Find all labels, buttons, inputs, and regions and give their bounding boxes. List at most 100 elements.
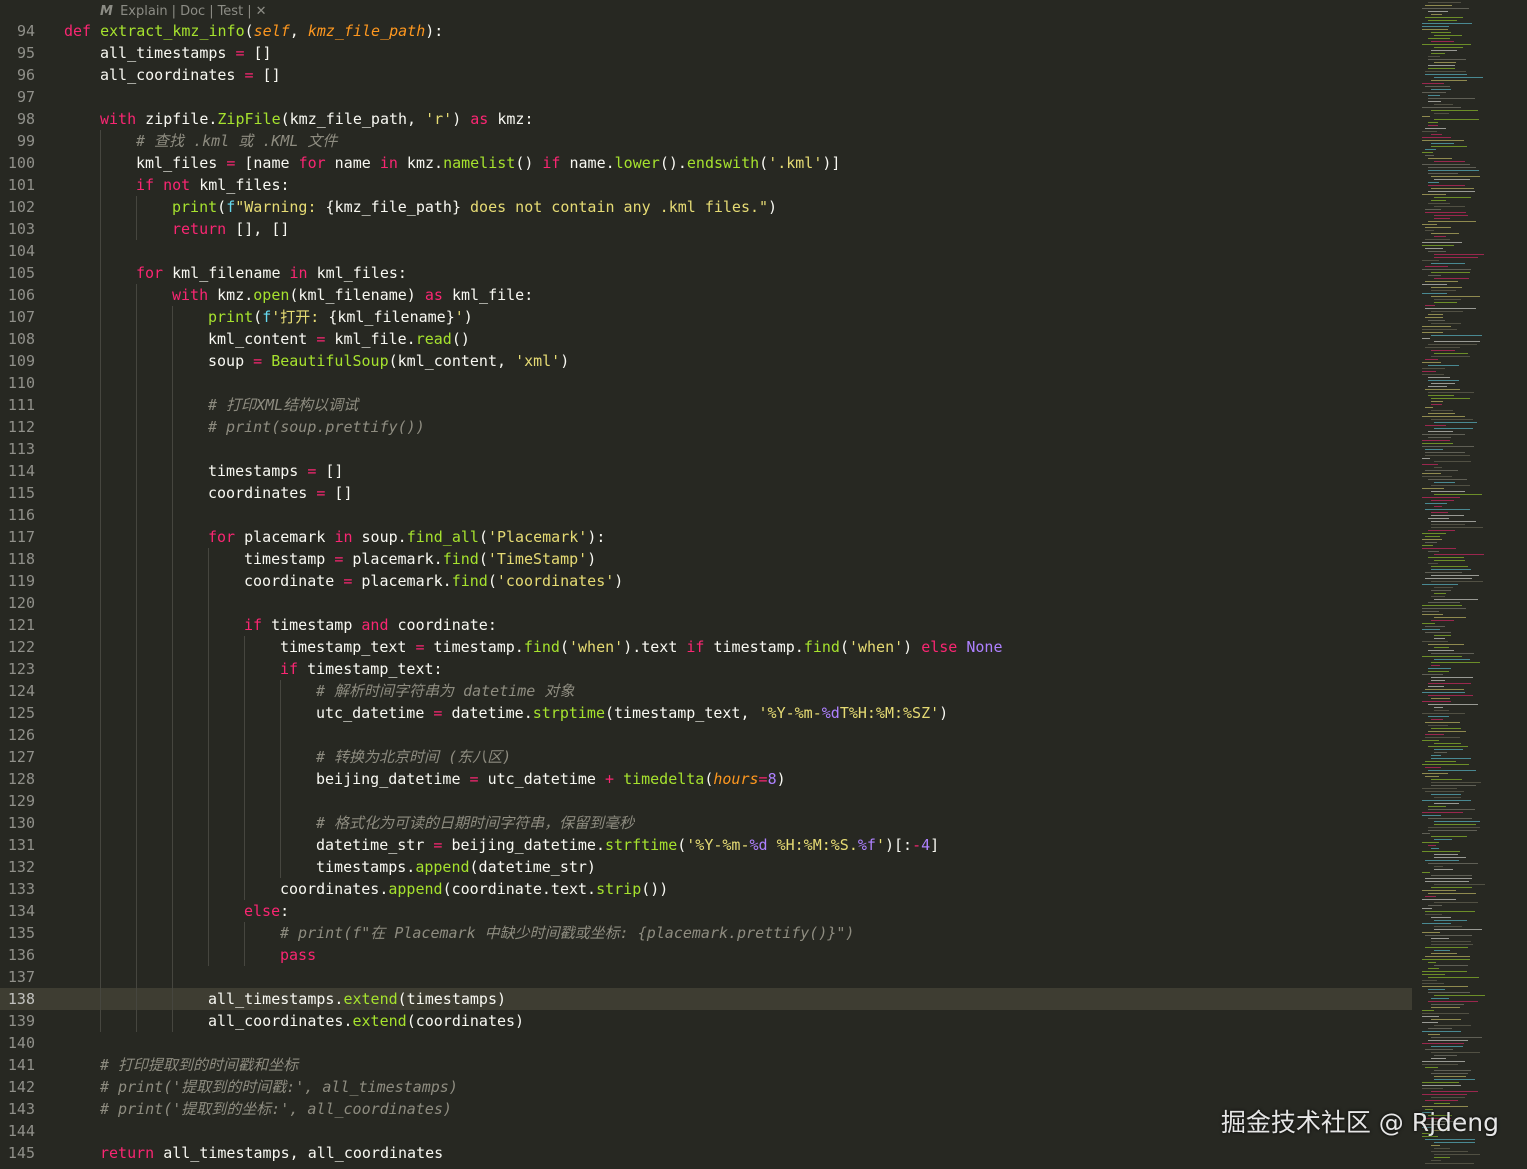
minimap[interactable] xyxy=(1420,0,1527,1169)
code-line[interactable]: 141 # 打印提取到的时间戳和坐标 xyxy=(0,1054,1412,1076)
code-line[interactable]: 94 def extract_kmz_info(self, kmz_file_pa… xyxy=(0,20,1412,42)
minimap-line xyxy=(1425,509,1470,510)
indent-guide xyxy=(172,944,208,966)
code-content: def extract_kmz_info(self, kmz_file_path… xyxy=(64,20,443,42)
minimap-line xyxy=(1425,155,1434,156)
code-line[interactable]: 124 # 解析时间字符串为 datetime 对象 xyxy=(0,680,1412,702)
code-line[interactable]: 99 # 查找 .kml 或 .KML 文件 xyxy=(0,130,1412,152)
code-line[interactable]: 131 datetime_str = beijing_datetime.strft… xyxy=(0,834,1412,856)
indent-guide xyxy=(136,724,172,746)
code-line[interactable]: 134 else: xyxy=(0,900,1412,922)
code-line[interactable]: 142 # print('提取到的时间戳:', all_timestamps) xyxy=(0,1076,1412,1098)
code-line[interactable]: 145 return all_timestamps, all_coordinate… xyxy=(0,1142,1412,1164)
code-line[interactable]: 108 kml_content = kml_file.read() xyxy=(0,328,1412,350)
code-line[interactable]: 118 timestamp = placemark.find('TimeStamp… xyxy=(0,548,1412,570)
minimap-line xyxy=(1425,542,1437,543)
watermark: 掘金技术社区 @ Rjdeng xyxy=(1220,1108,1499,1137)
code-line[interactable]: 117 for placemark in soup.find_all('Place… xyxy=(0,526,1412,548)
minimap-line xyxy=(1428,431,1453,432)
code-line[interactable]: 96 all_coordinates = [] xyxy=(0,64,1412,86)
line-number: 131 xyxy=(7,836,35,854)
code-line[interactable]: 126 xyxy=(0,724,1412,746)
code-line[interactable]: 112 # print(soup.prettify()) xyxy=(0,416,1412,438)
code-line[interactable]: 109 soup = BeautifulSoup(kml_content, 'xm… xyxy=(0,350,1412,372)
code-line[interactable]: 104 xyxy=(0,240,1412,262)
indent-guide xyxy=(172,592,208,614)
code-line[interactable]: 121 if timestamp and coordinate: xyxy=(0,614,1412,636)
close-icon[interactable]: ✕ xyxy=(256,4,267,19)
code-line[interactable]: 107 print(f'打开: {kml_filename}') xyxy=(0,306,1412,328)
codelens-doc[interactable]: Doc xyxy=(180,4,205,19)
code-line[interactable]: 111 # 打印XML结构以调试 xyxy=(0,394,1412,416)
code-line[interactable]: 122 timestamp_text = timestamp.find('when… xyxy=(0,636,1412,658)
indent-guide xyxy=(136,746,172,768)
code-line[interactable]: 136 pass xyxy=(0,944,1412,966)
code-line[interactable]: 120 xyxy=(0,592,1412,614)
code-token: extend xyxy=(352,1012,407,1030)
code-editor[interactable]: M Explain | Doc | Test | ✕ 94 def extract_kmz_i… xyxy=(0,0,1412,1169)
code-line[interactable]: 116 xyxy=(0,504,1412,526)
minimap-line xyxy=(1434,797,1461,798)
code-line[interactable]: 101 if not kml_files: xyxy=(0,174,1412,196)
code-line[interactable]: 106 with kmz.open(kml_filename) as kml_fi… xyxy=(0,284,1412,306)
code-line[interactable]: 143 # print('提取到的坐标:', all_coordinates) xyxy=(0,1098,1412,1120)
minimap-line xyxy=(1431,272,1470,273)
code-line[interactable]: 140 xyxy=(0,1032,1412,1054)
code-line[interactable]: 98 with zipfile.ZipFile(kmz_file_path, 'r… xyxy=(0,108,1412,130)
code-line[interactable]: 138 all_timestamps.extend(timestamps) xyxy=(0,988,1412,1010)
code-line[interactable]: 133 coordinates.append(coordinate.text.st… xyxy=(0,878,1412,900)
code-line[interactable]: 115 coordinates = [] xyxy=(0,482,1412,504)
line-number: 129 xyxy=(7,792,35,810)
minimap-line xyxy=(1434,854,1458,855)
code-token: = xyxy=(469,770,479,788)
code-line[interactable]: 125 utc_datetime = datetime.strptime(time… xyxy=(0,702,1412,724)
code-line[interactable]: 110 xyxy=(0,372,1412,394)
code-line[interactable]: 97 xyxy=(0,86,1412,108)
minimap-line xyxy=(1428,2,1461,3)
indent-guide xyxy=(100,526,136,548)
code-line[interactable]: 128 beijing_datetime = utc_datetime + tim… xyxy=(0,768,1412,790)
code-line[interactable]: 113 xyxy=(0,438,1412,460)
minimap-line xyxy=(1425,305,1435,306)
minimap-line xyxy=(1431,515,1464,516)
code-line[interactable]: 130 # 格式化为可读的日期时间字符串，保留到毫秒 xyxy=(0,812,1412,834)
minimap-line xyxy=(1425,17,1463,18)
code-token: = xyxy=(334,550,344,568)
indent-guide xyxy=(244,680,280,702)
code-line[interactable]: 119 coordinate = placemark.find('coordina… xyxy=(0,570,1412,592)
code-line[interactable]: 103 return [], [] xyxy=(0,218,1412,240)
minimap-line xyxy=(1422,1088,1443,1089)
code-line[interactable]: 127 # 转换为北京时间 (东八区) xyxy=(0,746,1412,768)
code-line[interactable]: 144 xyxy=(0,1120,1412,1142)
code-token: (coordinate.text. xyxy=(442,880,597,898)
code-line[interactable]: 132 timestamps.append(datetime_str) xyxy=(0,856,1412,878)
minimap-line xyxy=(1425,689,1464,690)
code-line[interactable]: 95 all_timestamps = [] xyxy=(0,42,1412,64)
code-line[interactable]: 139 all_coordinates.extend(coordinates) xyxy=(0,1010,1412,1032)
indent-guide xyxy=(64,438,100,460)
code-token: )] xyxy=(822,154,841,172)
indent-guide xyxy=(172,922,208,944)
code-line[interactable]: 123 if timestamp_text: xyxy=(0,658,1412,680)
indent-guide xyxy=(64,130,100,152)
codelens-explain[interactable]: Explain xyxy=(120,4,168,19)
code-line[interactable]: 100 kml_files = [name for name in kmz.nam… xyxy=(0,152,1412,174)
minimap-line xyxy=(1431,233,1459,234)
indent-guide xyxy=(100,284,136,306)
code-line[interactable]: 102 print(f"Warning: {kmz_file_path} does… xyxy=(0,196,1412,218)
indent-guide xyxy=(100,636,136,658)
minimap-line xyxy=(1434,659,1470,660)
code-token: datetime_str xyxy=(316,836,434,854)
codelens-test[interactable]: Test xyxy=(218,4,244,19)
minimap-line xyxy=(1422,131,1437,132)
code-token: read xyxy=(415,330,452,348)
code-line[interactable]: 114 timestamps = [] xyxy=(0,460,1412,482)
code-line[interactable]: 135 # print(f"在 Placemark 中缺少时间戳或坐标: {pla… xyxy=(0,922,1412,944)
code-token: if xyxy=(244,616,263,634)
code-line[interactable]: 105 for kml_filename in kml_files: xyxy=(0,262,1412,284)
minimap-line xyxy=(1428,1040,1468,1041)
line-number: 117 xyxy=(7,528,35,546)
code-line[interactable]: 137 xyxy=(0,966,1412,988)
code-line[interactable]: 129 xyxy=(0,790,1412,812)
minimap-line xyxy=(1431,569,1471,570)
